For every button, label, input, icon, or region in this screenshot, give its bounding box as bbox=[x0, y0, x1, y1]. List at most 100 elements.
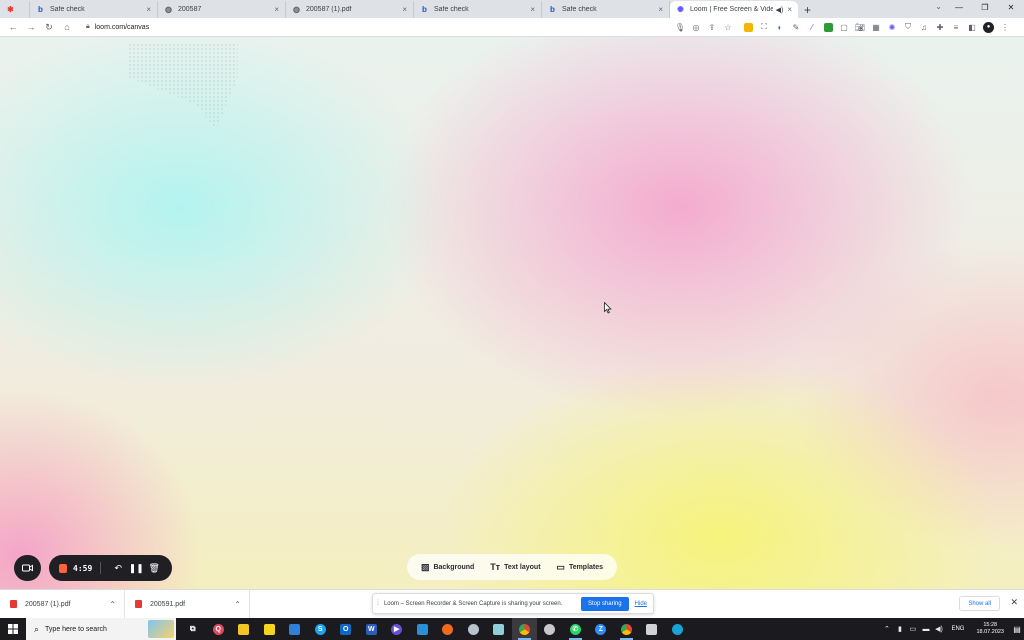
drag-handle-icon[interactable]: ⁞ bbox=[377, 600, 379, 607]
teams-chat-icon[interactable] bbox=[461, 618, 487, 640]
eyedropper-icon[interactable]: ✎ bbox=[788, 19, 804, 35]
volume-icon[interactable]: ◀) bbox=[932, 625, 945, 633]
download-item[interactable]: 200591.pdf ⌃ bbox=[125, 590, 250, 618]
tab-4[interactable]: b Safe check × bbox=[414, 1, 542, 18]
steam-icon[interactable] bbox=[537, 618, 563, 640]
zoom-icon[interactable]: Z bbox=[588, 618, 614, 640]
forward-icon[interactable]: → bbox=[22, 22, 40, 32]
tab-5[interactable]: b Safe check × bbox=[542, 1, 670, 18]
reading-list-icon[interactable]: ≡ bbox=[948, 19, 964, 35]
extension-yellow-icon[interactable] bbox=[740, 19, 756, 35]
side-panel-icon[interactable]: ◧ bbox=[964, 19, 980, 35]
close-icon[interactable]: × bbox=[402, 5, 407, 14]
downloads-bar: 200587 (1).pdf ⌃ 200591.pdf ⌃ ⁞ Loom – S… bbox=[0, 589, 1024, 618]
language-indicator[interactable]: ENG bbox=[951, 626, 964, 632]
chevron-up-icon[interactable]: ⌃ bbox=[109, 600, 116, 609]
menu-kebab-icon[interactable]: ⋮ bbox=[997, 19, 1013, 35]
restore-icon[interactable]: ❐ bbox=[972, 0, 998, 16]
puzzle-extensions-icon[interactable]: ✚ bbox=[932, 19, 948, 35]
new-tab-button[interactable]: + bbox=[804, 1, 811, 18]
text-layout-button[interactable]: Tт Text layout bbox=[490, 562, 540, 572]
calculator-app-icon[interactable] bbox=[639, 618, 665, 640]
templates-label: Templates bbox=[568, 563, 604, 571]
chrome-profile-icon[interactable] bbox=[614, 618, 640, 640]
microphone-icon[interactable]: 🎙︎ bbox=[672, 23, 688, 32]
share-icon[interactable]: ⇪ bbox=[704, 23, 720, 32]
media-player-icon[interactable]: ▶ bbox=[384, 618, 410, 640]
close-downloads-icon[interactable]: ✕ bbox=[1010, 597, 1018, 608]
search-placeholder[interactable]: Type here to search bbox=[45, 626, 107, 633]
photos-app-icon[interactable] bbox=[410, 618, 436, 640]
clock[interactable]: 15:28 18.07.2023 bbox=[976, 622, 1004, 636]
trash-icon[interactable]: 🗑︎ bbox=[145, 563, 163, 574]
close-icon[interactable]: × bbox=[787, 5, 792, 14]
task-view-icon[interactable]: ⧉ bbox=[180, 618, 206, 640]
skype-icon[interactable]: S bbox=[308, 618, 334, 640]
background-button[interactable]: ▨ Background bbox=[421, 562, 474, 573]
tab-strip: ✱ b Safe check × ◍ 200587 × ◍ 200587 (1)… bbox=[0, 0, 1024, 18]
profile-avatar[interactable]: ● bbox=[983, 21, 994, 33]
hide-link[interactable]: Hide bbox=[635, 601, 647, 607]
restart-icon[interactable]: ↶ bbox=[109, 563, 127, 574]
chevron-up-tray-icon[interactable]: ⌃ bbox=[880, 625, 893, 633]
whatsapp-icon[interactable]: ✆ bbox=[563, 618, 589, 640]
pause-icon[interactable]: ❚❚ bbox=[127, 563, 145, 574]
outlook-icon[interactable]: O bbox=[333, 618, 359, 640]
loom-canvas[interactable]: 4:59 ↶ ❚❚ 🗑︎ ▨ Background Tт Text layout… bbox=[0, 37, 1024, 589]
app-icon-red-circle[interactable]: Q bbox=[206, 618, 232, 640]
camera-icon[interactable]: 📷︎ bbox=[852, 19, 868, 35]
close-icon[interactable]: × bbox=[146, 5, 151, 14]
show-all-button[interactable]: Show all bbox=[959, 596, 1000, 611]
extension-green-icon[interactable] bbox=[820, 19, 836, 35]
extension-outline-icon[interactable]: ▢ bbox=[836, 19, 852, 35]
notepad-icon[interactable] bbox=[486, 618, 512, 640]
file-explorer-icon[interactable] bbox=[231, 618, 257, 640]
camera-toggle-button[interactable] bbox=[14, 555, 41, 581]
start-button[interactable] bbox=[0, 618, 26, 640]
tab-1[interactable]: b Safe check × bbox=[30, 1, 158, 18]
tab-search-icon[interactable]: ⌄ bbox=[935, 2, 942, 11]
close-icon[interactable]: × bbox=[274, 5, 279, 14]
download-item[interactable]: 200587 (1).pdf ⌃ bbox=[0, 590, 125, 618]
notification-icon[interactable]: ▤ bbox=[1010, 625, 1024, 634]
chrome-icon[interactable] bbox=[511, 618, 537, 640]
remote-desktop-icon[interactable] bbox=[665, 618, 691, 640]
battery-icon[interactable]: ▬ bbox=[919, 626, 932, 633]
taskbar-search[interactable]: ⌕ Type here to search bbox=[26, 618, 176, 640]
stop-sharing-button[interactable]: Stop sharing bbox=[580, 596, 629, 611]
screenshot-extension-icon[interactable]: ⛶ bbox=[756, 19, 772, 35]
address-bar[interactable]: 🔒︎ loom.com/canvas 🎙︎ ◎ ⇪ ☆ bbox=[80, 20, 740, 35]
lock-icon[interactable]: 🔒︎ bbox=[86, 23, 90, 31]
back-icon[interactable]: ← bbox=[4, 22, 22, 32]
network-icon[interactable]: ▭ bbox=[906, 625, 919, 633]
eye-off-icon[interactable]: ◎ bbox=[688, 23, 704, 32]
reload-icon[interactable]: ↻ bbox=[40, 22, 58, 33]
word-icon[interactable]: W bbox=[359, 618, 385, 640]
tab-6-active[interactable]: ✺ Loom | Free Screen & Video ◀) × bbox=[670, 1, 798, 18]
close-window-icon[interactable]: ✕ bbox=[998, 0, 1024, 16]
templates-button[interactable]: ▭ Templates bbox=[556, 562, 603, 573]
firefox-icon[interactable] bbox=[435, 618, 461, 640]
calendar-app-icon[interactable] bbox=[282, 618, 308, 640]
home-icon[interactable]: ⌂ bbox=[58, 22, 76, 32]
tab-2[interactable]: ◍ 200587 × bbox=[158, 1, 286, 18]
close-icon[interactable]: × bbox=[658, 5, 663, 14]
calculator-icon[interactable]: ▦ bbox=[868, 19, 884, 35]
tab-title: Safe check bbox=[50, 6, 85, 13]
chevron-up-icon[interactable]: ⌃ bbox=[234, 600, 241, 609]
stop-recording-button[interactable] bbox=[59, 563, 67, 573]
media-control-icon[interactable]: ♫ bbox=[916, 19, 932, 35]
speaker-icon[interactable]: ◀) bbox=[776, 6, 784, 14]
sticky-notes-icon[interactable] bbox=[257, 618, 283, 640]
minimize-icon[interactable]: — bbox=[946, 0, 972, 16]
close-icon[interactable]: × bbox=[530, 5, 535, 14]
bookmark-star-icon[interactable]: ☆ bbox=[720, 23, 736, 32]
shield-icon[interactable]: ⛉ bbox=[900, 19, 916, 35]
url-text[interactable]: loom.com/canvas bbox=[95, 24, 149, 31]
microphone-tray-icon[interactable]: ▮ bbox=[893, 625, 906, 633]
pen-icon[interactable]: ⁄ bbox=[804, 19, 820, 35]
tab-3[interactable]: ◍ 200587 (1).pdf × bbox=[286, 1, 414, 18]
loom-extension-icon[interactable]: ✺ bbox=[884, 19, 900, 35]
extension-blue-icon[interactable]: ◐ bbox=[772, 19, 788, 35]
tab-0[interactable]: ✱ bbox=[0, 1, 30, 18]
